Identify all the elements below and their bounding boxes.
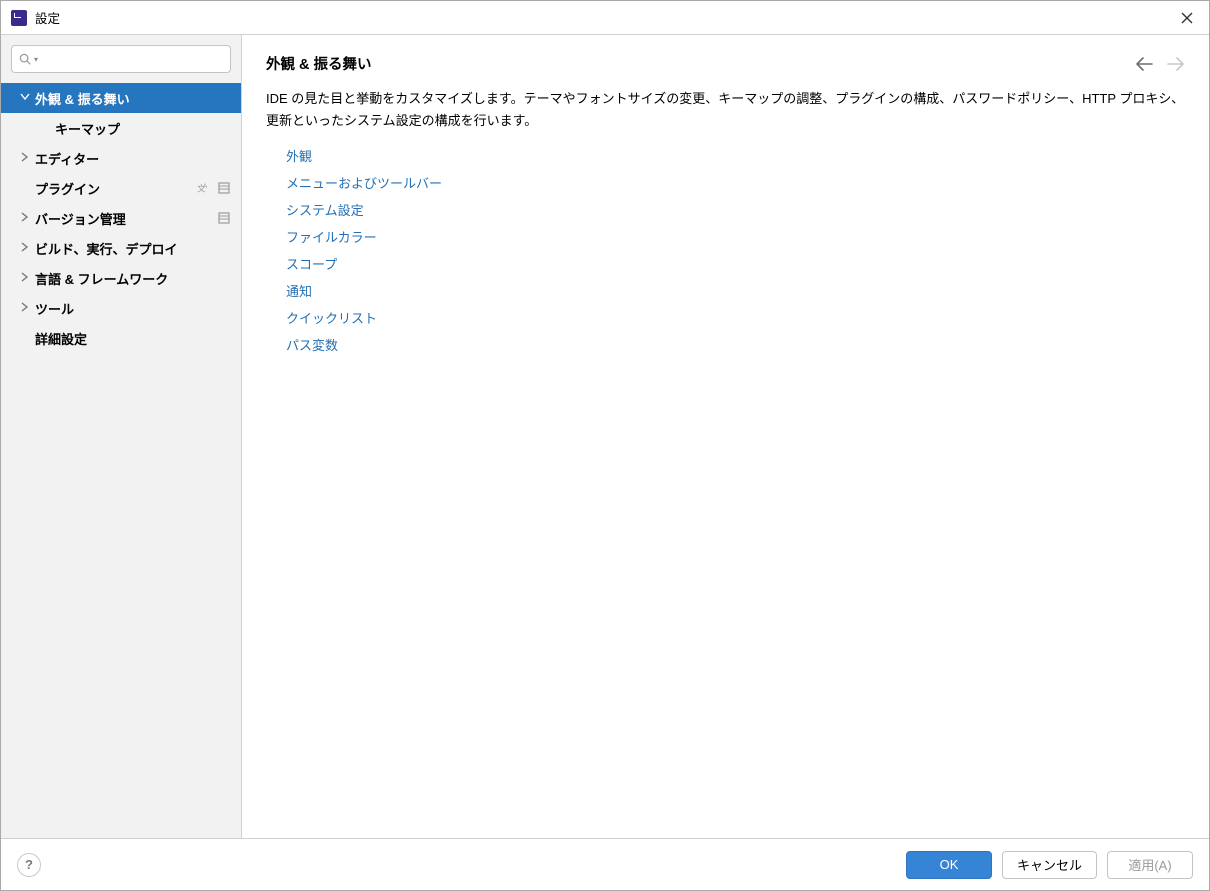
- sidebar-item-8[interactable]: ›詳細設定: [1, 323, 241, 353]
- sidebar-item-3[interactable]: ›プラグイン文A: [1, 173, 241, 203]
- ok-button[interactable]: OK: [906, 851, 992, 879]
- arrow-left-icon: [1135, 57, 1153, 71]
- search-dropdown-icon[interactable]: ▾: [34, 55, 38, 64]
- main-panel: 外観 & 振る舞い IDE の見た目と挙動をカスタマイズします。テーマやフォント…: [242, 35, 1209, 838]
- settings-link-5[interactable]: 通知: [286, 281, 312, 300]
- search-icon: [18, 52, 32, 66]
- sidebar-item-4[interactable]: バージョン管理: [1, 203, 241, 233]
- search-box[interactable]: ▾: [11, 45, 231, 73]
- chevron-icon: [19, 242, 31, 255]
- sidebar-item-label: ツール: [35, 299, 231, 318]
- footer: ? OK キャンセル 適用(A): [1, 838, 1209, 890]
- chevron-icon: [19, 212, 31, 225]
- sidebar-item-label: プラグイン: [35, 179, 197, 198]
- page-description: IDE の見た目と挙動をカスタマイズします。テーマやフォントサイズの変更、キーマ…: [266, 88, 1185, 132]
- arrow-right-icon: [1167, 57, 1185, 71]
- close-button[interactable]: [1175, 6, 1199, 30]
- sidebar-item-1[interactable]: ›キーマップ: [1, 113, 241, 143]
- sidebar-item-2[interactable]: エディター: [1, 143, 241, 173]
- nav-arrows: [1135, 55, 1185, 73]
- settings-tree: 外観 & 振る舞い ›キーマップエディター ›プラグイン文A バージョン管理ビルド、実…: [1, 83, 241, 838]
- settings-link-3[interactable]: ファイルカラー: [286, 227, 377, 246]
- main-body: IDE の見た目と挙動をカスタマイズします。テーマやフォントサイズの変更、キーマ…: [242, 88, 1209, 838]
- settings-link-1[interactable]: メニューおよびツールバー: [286, 173, 442, 192]
- sidebar-item-6[interactable]: 言語 & フレームワーク: [1, 263, 241, 293]
- sidebar-item-7[interactable]: ツール: [1, 293, 241, 323]
- sidebar-item-label: 詳細設定: [35, 329, 231, 348]
- nav-forward-button: [1167, 55, 1185, 73]
- close-icon: [1181, 12, 1193, 24]
- sidebar-trailing-icons: [217, 211, 231, 225]
- sidebar-item-label: 外観 & 振る舞い: [35, 89, 231, 108]
- sidebar-item-label: エディター: [35, 149, 231, 168]
- svg-text:A: A: [203, 183, 208, 190]
- sidebar-item-label: 言語 & フレームワーク: [35, 269, 231, 288]
- sidebar-trailing-icons: 文A: [197, 181, 231, 195]
- project-scope-icon: [217, 181, 231, 195]
- project-scope-icon: [217, 211, 231, 225]
- sub-links: 外観メニューおよびツールバーシステム設定ファイルカラースコープ通知クイックリスト…: [266, 146, 1185, 354]
- sidebar: ▾ 外観 & 振る舞い ›キーマップエディター ›プラグイン文A バージョン管理ビルド…: [1, 35, 242, 838]
- sidebar-item-label: ビルド、実行、デプロイ: [35, 239, 231, 258]
- search-input[interactable]: [42, 52, 224, 67]
- main-header: 外観 & 振る舞い: [242, 35, 1209, 88]
- settings-link-6[interactable]: クイックリスト: [286, 308, 377, 327]
- apply-button: 適用(A): [1107, 851, 1193, 879]
- sidebar-item-label: バージョン管理: [35, 209, 217, 228]
- translate-icon: 文A: [197, 181, 211, 195]
- sidebar-item-label: キーマップ: [55, 119, 231, 138]
- search-container: ▾: [1, 35, 241, 83]
- app-icon: [11, 10, 27, 26]
- help-button[interactable]: ?: [17, 853, 41, 877]
- chevron-icon: [19, 152, 31, 165]
- chevron-icon: [19, 272, 31, 285]
- sidebar-item-5[interactable]: ビルド、実行、デプロイ: [1, 233, 241, 263]
- titlebar: 設定: [1, 1, 1209, 35]
- chevron-icon: [19, 302, 31, 315]
- cancel-button[interactable]: キャンセル: [1002, 851, 1097, 879]
- chevron-icon: [19, 93, 31, 104]
- settings-link-2[interactable]: システム設定: [286, 200, 364, 219]
- settings-link-0[interactable]: 外観: [286, 146, 312, 165]
- content-area: ▾ 外観 & 振る舞い ›キーマップエディター ›プラグイン文A バージョン管理ビルド…: [1, 35, 1209, 838]
- settings-link-4[interactable]: スコープ: [286, 254, 337, 273]
- sidebar-item-0[interactable]: 外観 & 振る舞い: [1, 83, 241, 113]
- page-title: 外観 & 振る舞い: [266, 53, 1135, 74]
- window-title: 設定: [35, 8, 1175, 27]
- settings-link-7[interactable]: パス変数: [286, 335, 338, 354]
- nav-back-button[interactable]: [1135, 55, 1153, 73]
